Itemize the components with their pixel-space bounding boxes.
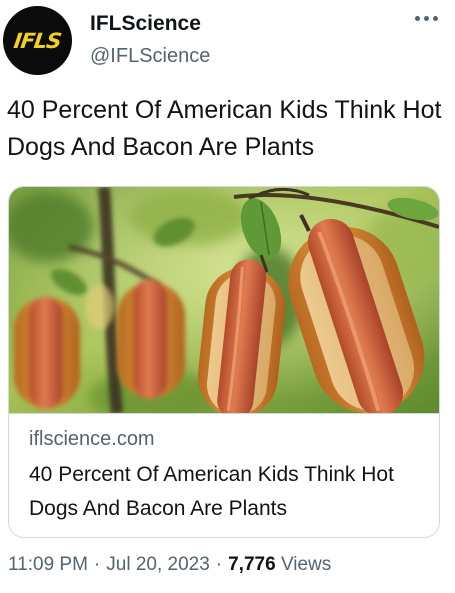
avatar-logo-text: IFLS — [12, 28, 63, 53]
tweet-header: IFLS IFLScience @IFLScience — [0, 0, 455, 80]
display-name[interactable]: IFLScience — [90, 12, 201, 36]
tweet-time[interactable]: 11:09 PM — [8, 554, 88, 575]
card-meta[interactable]: iflscience.com 40 Percent Of American Ki… — [9, 413, 439, 537]
card-image[interactable] — [9, 187, 439, 413]
link-card[interactable]: iflscience.com 40 Percent Of American Ki… — [8, 186, 440, 538]
separator-dot: · — [215, 554, 223, 575]
tweet-date[interactable]: Jul 20, 2023 — [106, 554, 210, 575]
tweet: IFLS IFLScience @IFLScience 40 Percent O… — [0, 0, 455, 593]
card-title: 40 Percent Of American Kids Think Hot Do… — [29, 463, 394, 520]
tweet-text: 40 Percent Of American Kids Think Hot Do… — [7, 96, 442, 161]
tweet-footer: 11:09 PM · Jul 20, 2023 · 7,776 Views — [8, 554, 331, 576]
more-horizontal-icon[interactable] — [411, 8, 441, 28]
handle[interactable]: @IFLScience — [90, 45, 210, 68]
separator-dot: · — [93, 554, 101, 575]
avatar[interactable]: IFLS — [3, 6, 72, 75]
views-label: Views — [280, 554, 332, 575]
card-domain: iflscience.com — [29, 428, 155, 450]
views-count[interactable]: 7,776 — [228, 554, 276, 575]
